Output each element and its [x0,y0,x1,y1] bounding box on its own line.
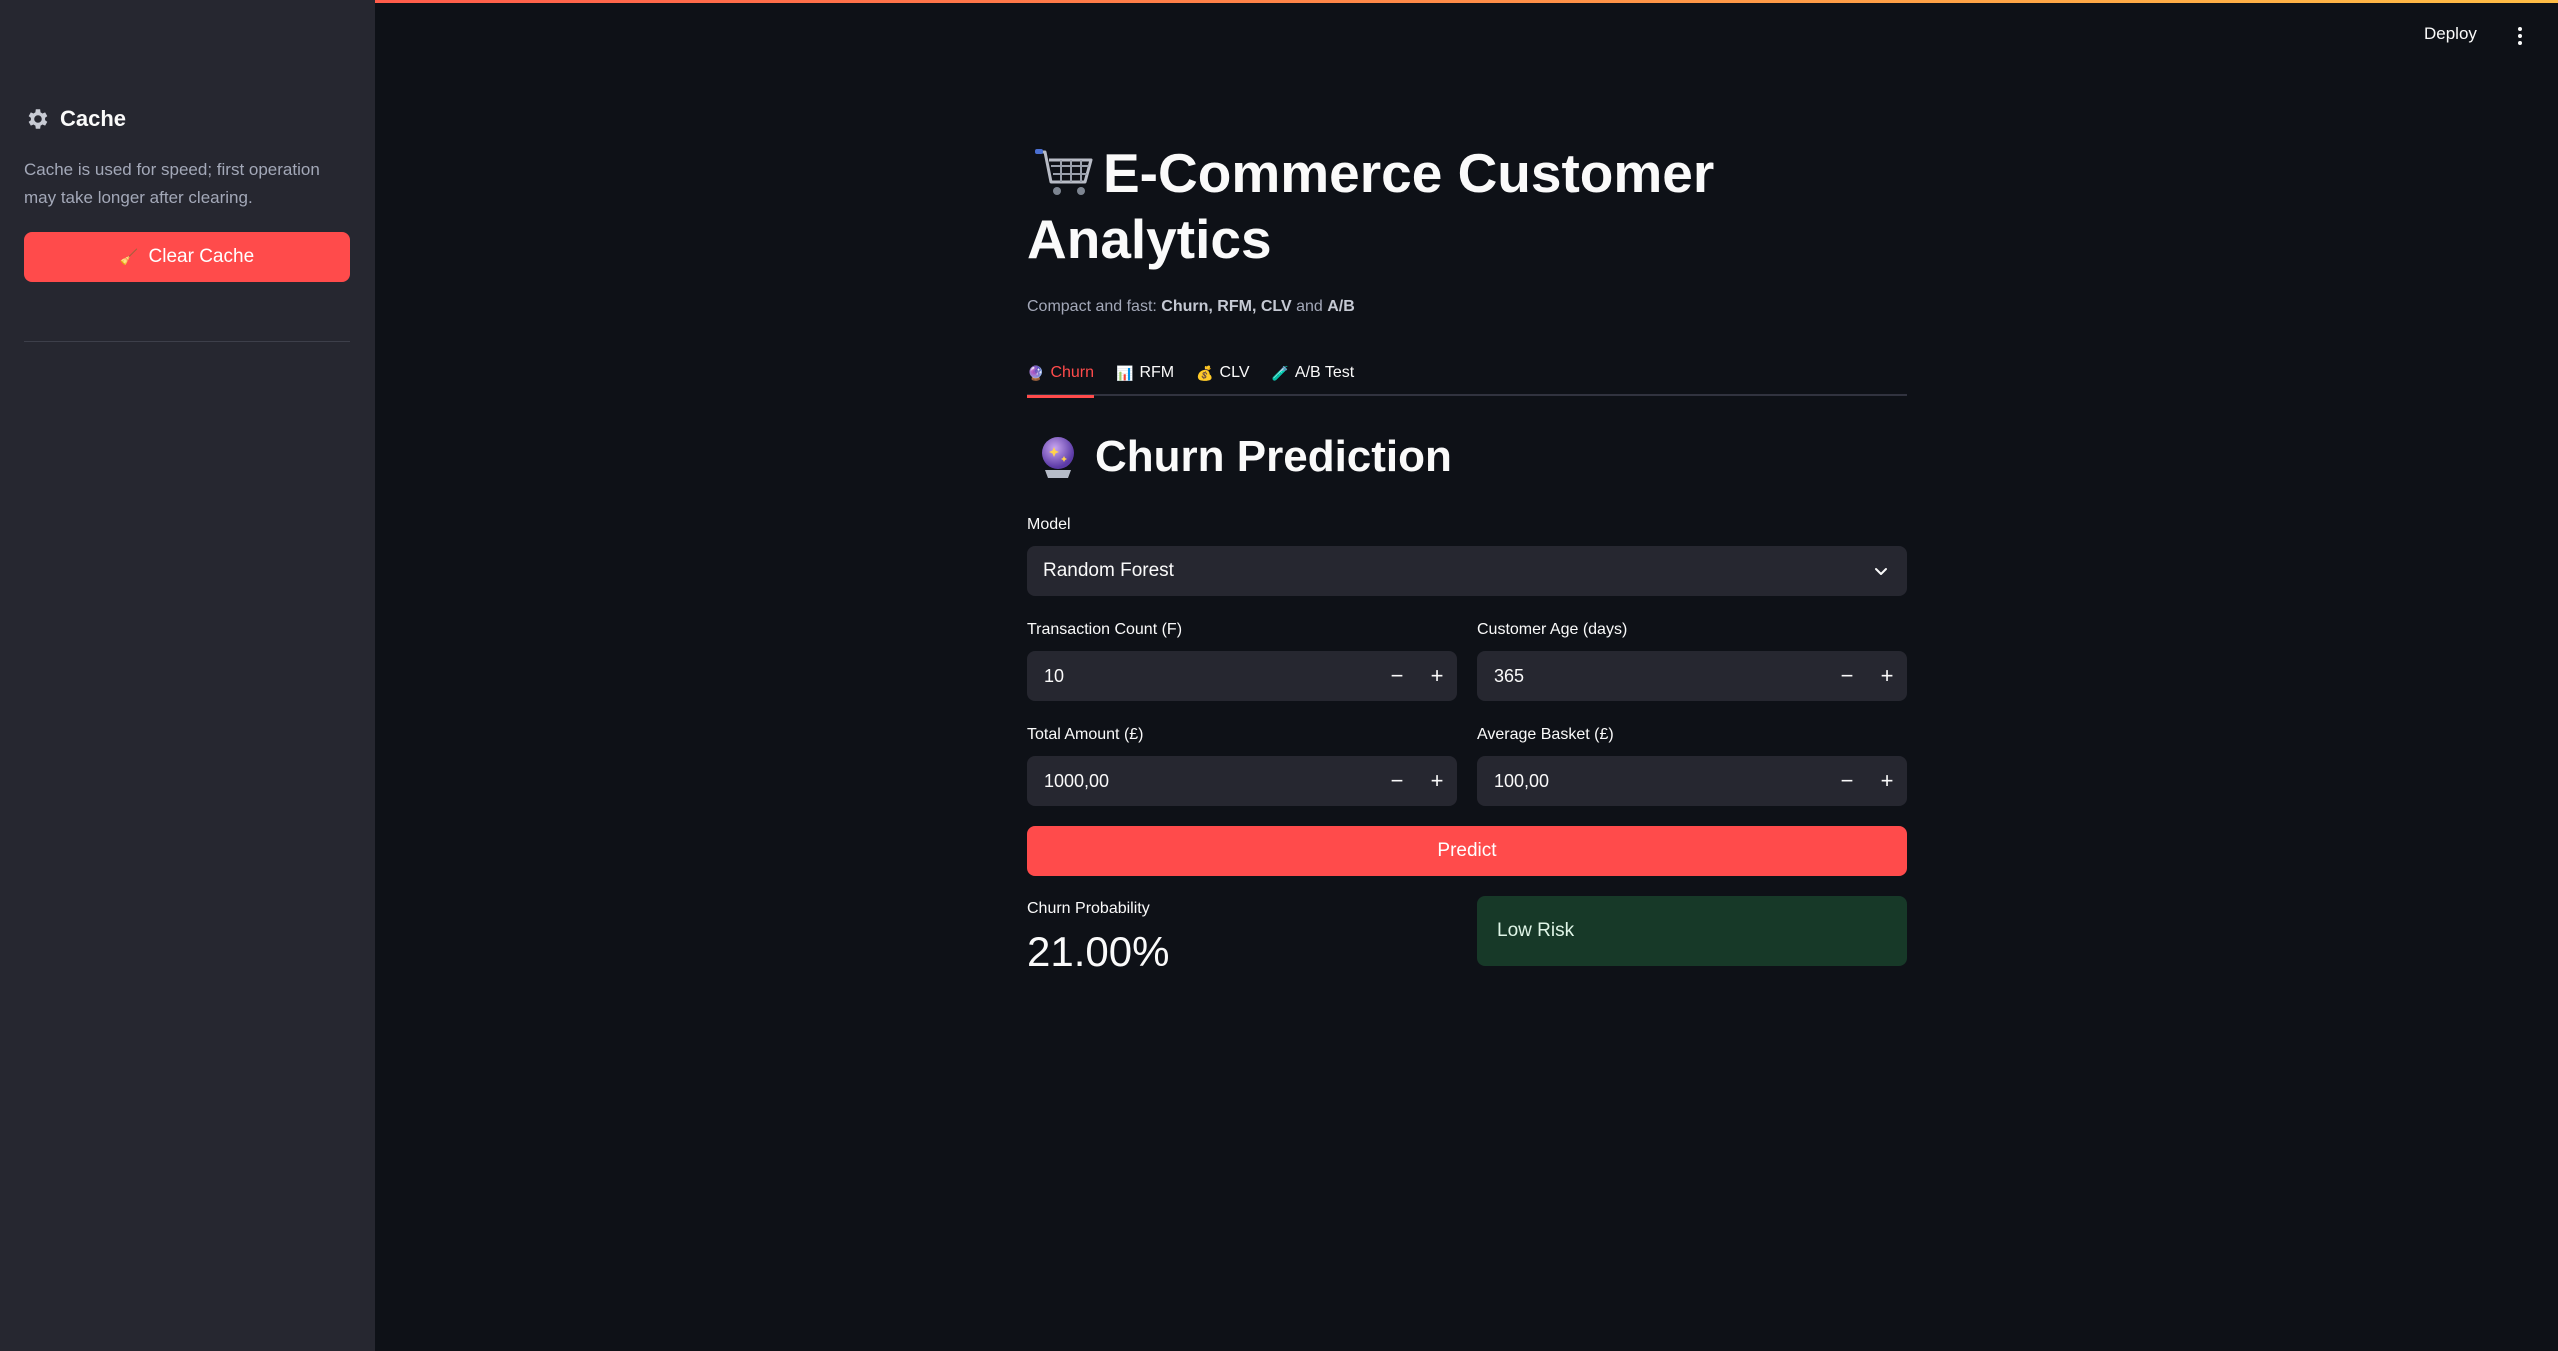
increment-button[interactable]: + [1417,756,1457,806]
clear-cache-label: Clear Cache [148,246,255,267]
average-basket-label: Average Basket (£) [1477,726,1614,743]
total-amount-input: 1000,00 − + [1027,756,1457,806]
subtitle-prefix: Compact and fast: [1027,298,1162,315]
average-basket-input: 100,00 − + [1477,756,1907,806]
decrement-button[interactable]: − [1377,756,1417,806]
risk-status-box: Low Risk [1477,896,1907,966]
model-select-value: Random Forest [1043,560,1174,581]
test-tube-icon: 🧪 [1271,364,1289,381]
sidebar-heading: Cache [24,106,126,132]
chevron-down-icon [1875,568,1887,575]
page-subtitle: Compact and fast: Churn, RFM, CLV and A/… [1027,298,1355,316]
predict-button[interactable]: Predict [1027,826,1907,876]
increment-button[interactable]: + [1867,651,1907,701]
transaction-count-label: Transaction Count (F) [1027,621,1183,638]
total-amount-label: Total Amount (£) [1027,726,1144,743]
churn-probability-value: 21.00% [1027,928,1170,975]
average-basket-value[interactable]: 100,00 [1477,771,1827,792]
crystal-ball-icon [1042,437,1074,478]
customer-age-value[interactable]: 365 [1477,666,1827,687]
customer-age-label: Customer Age (days) [1477,621,1628,638]
decrement-button[interactable]: − [1827,756,1867,806]
tab-label: A/B Test [1294,364,1355,381]
money-bag-icon: 💰 [1196,364,1214,381]
model-label: Model [1027,516,1071,533]
top-decoration-bar [0,0,2558,3]
section-title-text: Churn Prediction [1095,432,1452,481]
sidebar-divider [24,341,350,342]
subtitle-clv: CLV [1260,298,1292,315]
tab-label: Churn [1050,364,1095,381]
tab-ab-test[interactable]: 🧪 A/B Test [1271,356,1354,396]
tab-label: CLV [1219,364,1250,381]
customer-age-input: 365 − + [1477,651,1907,701]
decrement-button[interactable]: − [1377,651,1417,701]
page-title: E-Commerce Customer Analytics [1027,140,1727,272]
subtitle-ab: A/B [1327,298,1355,315]
kebab-menu-icon[interactable] [2510,24,2530,48]
clear-cache-button[interactable]: 🧹 Clear Cache [24,232,350,282]
tab-churn[interactable]: 🔮 Churn [1027,356,1095,398]
subtitle-and: and [1291,298,1328,315]
page-title-text: E-Commerce Customer Analytics [1027,142,1715,270]
deploy-button[interactable]: Deploy [2424,24,2477,44]
transaction-count-input: 10 − + [1027,651,1457,701]
section-title: Churn Prediction [1027,432,1452,482]
tab-rfm[interactable]: 📊 RFM [1116,356,1174,396]
churn-probability-label: Churn Probability [1027,900,1150,917]
bar-chart-icon: 📊 [1116,364,1134,381]
tab-label: RFM [1139,364,1175,381]
risk-status-text: Low Risk [1497,920,1575,941]
subtitle-churn: Churn [1161,298,1209,315]
crystal-ball-icon: 🔮 [1027,364,1045,381]
transaction-count-value[interactable]: 10 [1027,666,1377,687]
broom-icon: 🧹 [119,249,139,266]
subtitle-rfm: RFM [1217,298,1252,315]
model-select[interactable]: Random Forest [1027,546,1907,596]
increment-button[interactable]: + [1867,756,1907,806]
sidebar-title: Cache [60,106,127,131]
subtitle-sep: , [1251,298,1261,315]
decrement-button[interactable]: − [1827,651,1867,701]
tab-bar: 🔮 Churn 📊 RFM 💰 CLV 🧪 A/B Test [1027,356,1907,398]
subtitle-sep: , [1208,298,1218,315]
shopping-cart-icon [1035,149,1093,195]
gear-icon [28,109,48,129]
sidebar: Cache Cache is used for speed; first ope… [0,0,375,1351]
increment-button[interactable]: + [1417,651,1457,701]
sidebar-description: Cache is used for speed; first operation… [24,160,320,207]
tab-clv[interactable]: 💰 CLV [1196,356,1249,396]
total-amount-value[interactable]: 1000,00 [1027,771,1377,792]
